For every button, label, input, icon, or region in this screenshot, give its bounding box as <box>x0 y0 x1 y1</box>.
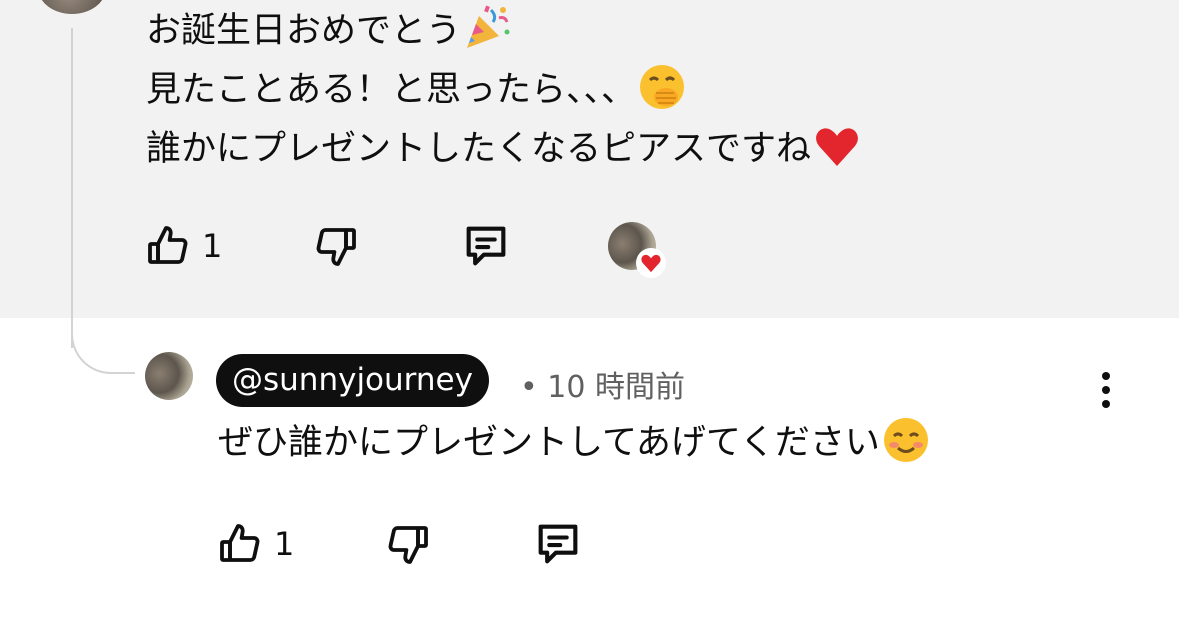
creator-heart-badge <box>636 248 666 278</box>
comment-line-1: お誕生日おめでとう <box>146 2 861 61</box>
thumbs-down-icon <box>388 526 428 564</box>
reply-like-count: 1 <box>274 525 295 563</box>
comment-icon <box>538 524 578 564</box>
heart-icon <box>641 254 661 273</box>
hand-over-mouth-icon <box>640 65 685 109</box>
reply-actions: 1 <box>0 516 1179 572</box>
reply-reply-button[interactable] <box>532 516 584 572</box>
thumbs-up-icon <box>220 524 260 562</box>
dislike-button[interactable] <box>312 218 360 274</box>
thread-line <box>71 28 73 348</box>
reply-meta: • 10 時間前 <box>520 362 685 406</box>
like-button[interactable]: 1 <box>144 218 222 274</box>
party-popper-icon <box>467 5 510 48</box>
comment-actions: 1 <box>0 218 1179 278</box>
reply-text: ぜひ誰かにプレゼントしてあげてください <box>218 414 930 473</box>
more-dot <box>1102 386 1110 394</box>
reply-like-button[interactable]: 1 <box>216 516 294 572</box>
thread-connector <box>71 318 135 374</box>
more-dot <box>1102 372 1110 380</box>
reply-author-handle[interactable]: @sunnyjourney <box>216 354 489 407</box>
meta-separator: • <box>520 370 538 405</box>
smiling-face-icon <box>883 418 928 462</box>
more-options-button[interactable] <box>1086 366 1126 414</box>
comment-icon <box>466 226 506 266</box>
comment-line-2: 見たことある！と思ったら、、、 <box>146 61 861 120</box>
reply-avatar[interactable] <box>145 352 193 400</box>
more-dot <box>1102 400 1110 408</box>
creator-heart-avatar <box>608 222 666 278</box>
reply-dislike-button[interactable] <box>384 516 432 572</box>
reply-button[interactable] <box>460 218 512 274</box>
thumbs-up-icon <box>148 226 188 264</box>
comment-line-3: 誰かにプレゼントしたくなるピアスですね <box>146 120 861 179</box>
reply-timestamp: 10 時間前 <box>547 370 685 405</box>
red-heart-icon <box>816 128 858 166</box>
like-count: 1 <box>202 227 223 265</box>
thumbs-down-icon <box>316 228 356 266</box>
comment-text: お誕生日おめでとう 見たことある！と思ったら、、、 誰かにプレゼントしたくなるピ… <box>146 2 861 179</box>
